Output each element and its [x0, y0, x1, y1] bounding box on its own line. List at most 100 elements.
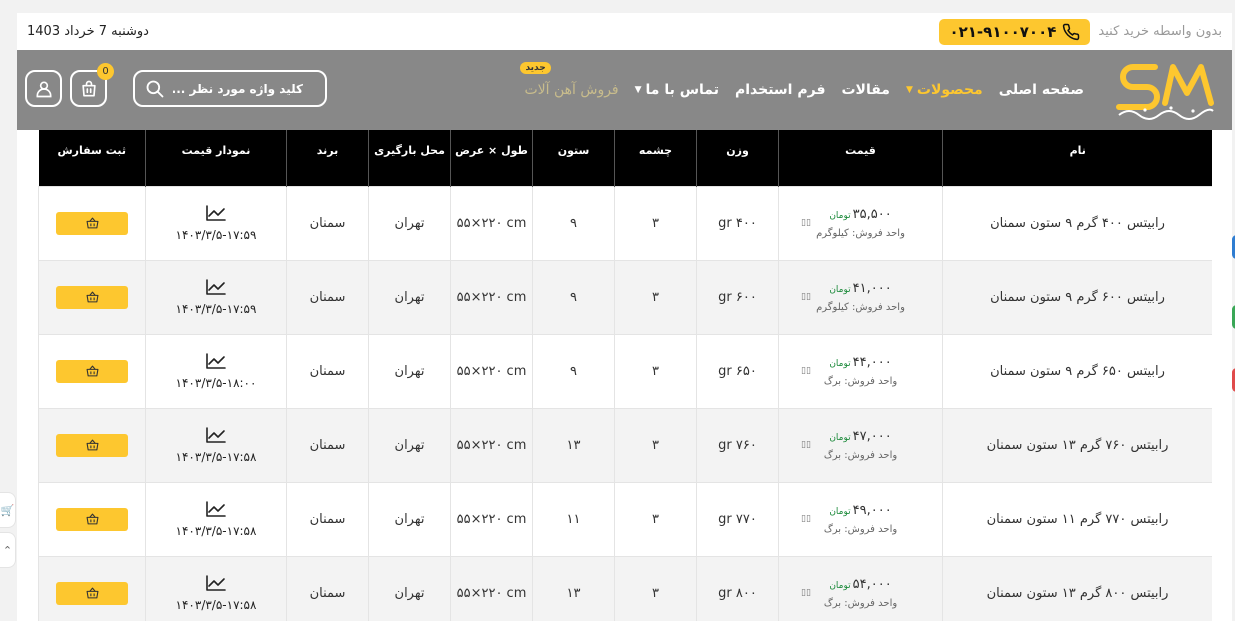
weight: ۶۵۰ gr [696, 333, 779, 409]
loading-location: تهران [368, 185, 451, 261]
header-size[interactable]: طول × عرض [450, 130, 533, 186]
user-icon [36, 81, 51, 97]
price-update-time: ۱۴۰۳/۳/۵-۱۷:۵۸ [175, 450, 257, 464]
price-chart-cell[interactable]: ۱۴۰۳/۳/۵-۱۸:۰۰ [145, 333, 287, 409]
cart-count-badge: 0 [97, 63, 114, 80]
product-name[interactable]: رابیتس ۶۰۰ گرم ۹ ستون سمنان [942, 259, 1212, 335]
phone-button[interactable]: ۰۲۱-۹۱۰۰۷۰۰۴ [939, 18, 1091, 45]
header-brand[interactable]: برند [286, 130, 369, 186]
nav-item-jobs[interactable]: فرم استخدام [727, 82, 834, 98]
sale-unit: واحد فروش: برگ [779, 376, 942, 387]
nav-item-products[interactable]: محصولات ▼ [898, 82, 991, 98]
header-price[interactable]: قیمت [778, 130, 943, 186]
nav-item-articles[interactable]: مقالات [833, 82, 898, 98]
weight: ۷۶۰ gr [696, 407, 779, 483]
order-cell [38, 555, 146, 621]
product-name[interactable]: رابیتس ۶۵۰ گرم ۹ ستون سمنان [942, 333, 1212, 409]
table-body: رابیتس ۴۰۰ گرم ۹ ستون سمنان ۳۵,۵۰۰ تومان وا… [38, 185, 1212, 621]
product-name[interactable]: رابیتس ۴۰۰ گرم ۹ ستون سمنان [942, 185, 1212, 261]
add-to-cart-button[interactable] [56, 507, 128, 531]
product-name[interactable]: رابیتس ۷۶۰ گرم ۱۳ ستون سمنان [942, 407, 1212, 483]
sale-unit-value: کیلوگرم [816, 302, 849, 313]
add-to-cart-button[interactable] [56, 433, 128, 457]
product-name[interactable]: رابیتس ۸۰۰ گرم ۱۳ ستون سمنان [942, 555, 1212, 621]
product-name[interactable]: رابیتس ۷۷۰ گرم ۱۱ ستون سمنان [942, 481, 1212, 557]
price-info-icon: ▯▯ [801, 513, 811, 524]
add-to-cart-button[interactable] [56, 285, 128, 309]
chart-line-icon[interactable] [205, 574, 227, 592]
chart-line-icon[interactable] [205, 278, 227, 296]
search-box[interactable] [133, 70, 327, 107]
column-count: ۹ [532, 333, 615, 409]
scroll-top-widget[interactable]: ⌃ [0, 532, 16, 568]
header-weight[interactable]: وزن [696, 130, 779, 186]
column-count: ۱۳ [532, 555, 615, 621]
price-cell: ۳۵,۵۰۰ تومان واحد فروش: کیلوگرم ▯▯ [778, 185, 943, 261]
order-cell [38, 185, 146, 261]
table-row: رابیتس ۴۰۰ گرم ۹ ستون سمنان ۳۵,۵۰۰ تومان وا… [38, 185, 1212, 261]
cell-count: ۳ [614, 555, 697, 621]
header-location[interactable]: محل بارگیری [368, 130, 451, 186]
price-value: ۴۷,۰۰۰ [852, 429, 892, 444]
loading-location: تهران [368, 407, 451, 483]
table-header-row: نام قیمت وزن چشمه ستون طول × عرض محل بار… [38, 130, 1212, 186]
sale-unit-value: برگ [823, 450, 842, 461]
price-value: ۴۹,۰۰۰ [852, 503, 892, 518]
brand: سمنان [286, 407, 369, 483]
price-update-time: ۱۴۰۳/۳/۵-۱۷:۵۹ [175, 302, 257, 316]
basket-icon [86, 439, 98, 451]
add-to-cart-button[interactable] [56, 211, 128, 235]
table-row: رابیتس ۸۰۰ گرم ۱۳ ستون سمنان ۵۴,۰۰۰ تومان و… [38, 555, 1212, 621]
header-column[interactable]: ستون [532, 130, 615, 186]
nav-item-contact-label: تماس با ما [645, 82, 719, 98]
chart-line-icon[interactable] [205, 352, 227, 370]
weight: ۶۰۰ gr [696, 259, 779, 335]
phone-number: ۰۲۱-۹۱۰۰۷۰۰۴ [949, 22, 1057, 41]
weight: ۷۷۰ gr [696, 481, 779, 557]
site-logo[interactable] [1106, 50, 1226, 130]
header-name[interactable]: نام [942, 130, 1212, 186]
add-to-cart-button[interactable] [56, 581, 128, 605]
chart-line-icon[interactable] [205, 204, 227, 222]
price-value: ۴۴,۰۰۰ [852, 355, 892, 370]
nav-item-iron-sales-label: فروش آهن آلات [524, 82, 619, 98]
price-cell: ۴۷,۰۰۰ تومان واحد فروش: برگ ▯▯ [778, 407, 943, 483]
brand: سمنان [286, 333, 369, 409]
cell-count: ۳ [614, 333, 697, 409]
page: بدون واسطه خرید کنید ۰۲۱-۹۱۰۰۷۰۰۴ دوشنبه… [17, 13, 1232, 621]
sale-unit: واحد فروش: کیلوگرم [779, 302, 942, 313]
price-chart-cell[interactable]: ۱۴۰۳/۳/۵-۱۷:۵۸ [145, 481, 287, 557]
price-update-time: ۱۴۰۳/۳/۵-۱۷:۵۹ [175, 228, 257, 242]
nav-item-iron-sales[interactable]: فروش آهن آلات جدید [516, 62, 626, 98]
order-cell [38, 407, 146, 483]
currency-label: تومان [829, 433, 851, 443]
price-chart-cell[interactable]: ۱۴۰۳/۳/۵-۱۷:۵۹ [145, 185, 287, 261]
cell-count: ۳ [614, 481, 697, 557]
weight: ۸۰۰ gr [696, 555, 779, 621]
chart-line-icon[interactable] [205, 426, 227, 444]
price-chart-cell[interactable]: ۱۴۰۳/۳/۵-۱۷:۵۸ [145, 407, 287, 483]
order-cell [38, 481, 146, 557]
search-icon[interactable] [145, 79, 165, 99]
contact-group: بدون واسطه خرید کنید ۰۲۱-۹۱۰۰۷۰۰۴ [939, 18, 1222, 45]
user-account-button[interactable] [25, 70, 62, 107]
sale-unit-value: کیلوگرم [816, 228, 849, 239]
chart-line-icon[interactable] [205, 500, 227, 518]
sale-unit: واحد فروش: برگ [779, 524, 942, 535]
nav-item-contact[interactable]: تماس با ما ▼ [627, 82, 727, 98]
header-cell[interactable]: چشمه [614, 130, 697, 186]
header-price-chart[interactable]: نمودار قیمت [145, 130, 287, 186]
price-chart-cell[interactable]: ۱۴۰۳/۳/۵-۱۷:۵۸ [145, 555, 287, 621]
search-input[interactable] [173, 81, 303, 96]
currency-label: تومان [829, 507, 851, 517]
topbar-note: بدون واسطه خرید کنید [1098, 24, 1222, 39]
price-chart-cell[interactable]: ۱۴۰۳/۳/۵-۱۷:۵۹ [145, 259, 287, 335]
cart-button[interactable]: 0 [70, 63, 114, 107]
add-to-cart-button[interactable] [56, 359, 128, 383]
side-cart-widget[interactable]: 🛒 [0, 492, 16, 528]
sale-unit-prefix: واحد فروش: [848, 228, 905, 239]
nav-item-home[interactable]: صفحه اصلی [991, 82, 1092, 98]
header-order[interactable]: ثبت سفارش [39, 130, 146, 186]
chevron-down-icon: ▼ [905, 85, 913, 95]
price-info-icon: ▯▯ [801, 587, 811, 598]
